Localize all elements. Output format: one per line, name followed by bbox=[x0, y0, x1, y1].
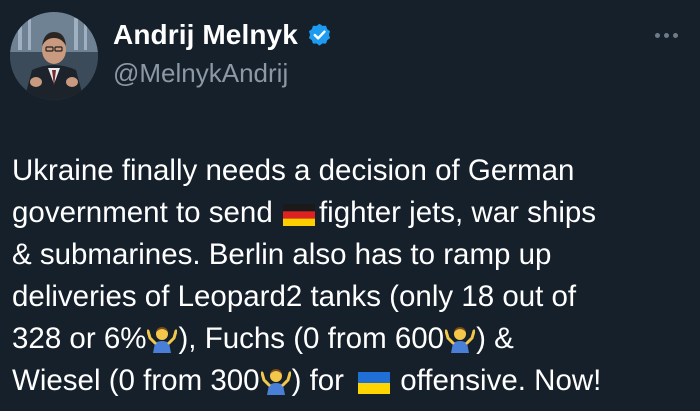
tweet-line-4: deliveries of Leopard2 tanks (only 18 ou… bbox=[12, 276, 696, 318]
tweet-text-segment: Wiesel (0 from 300 bbox=[12, 364, 260, 397]
tweet-card: Andrij Melnyk @MelnykAndrij Ukraine fina… bbox=[0, 0, 700, 411]
verified-badge-icon bbox=[308, 23, 330, 46]
tweet-text-segment: ), Fuchs (0 from 600 bbox=[178, 322, 445, 355]
tweet-line-2: government to send fighter jets, war shi… bbox=[12, 192, 696, 234]
tweet-line-1: Ukraine finally needs a decision of Germ… bbox=[12, 150, 696, 192]
more-dot bbox=[673, 32, 678, 38]
tweet-line-5: 328 or 6% ), Fuchs (0 from 600 ) & bbox=[12, 318, 696, 360]
person-shrugging-emoji bbox=[147, 327, 178, 353]
tweet-line-6: Wiesel (0 from 300 ) for offensive. Now! bbox=[12, 360, 696, 402]
tweet-text-segment: & submarines. Berlin also has to ramp up bbox=[12, 238, 552, 271]
tweet-text-segment: government to send bbox=[12, 196, 281, 229]
tweet-text-segment: 328 or 6% bbox=[12, 322, 147, 355]
tweet-text-segment: ) & bbox=[476, 322, 514, 355]
author-handle[interactable]: @MelnykAndrij bbox=[113, 58, 288, 89]
tweet-text-segment: deliveries of Leopard2 tanks (only 18 ou… bbox=[12, 280, 577, 313]
tweet-text-segment: ) for bbox=[291, 364, 353, 397]
person-shrugging-emoji bbox=[260, 369, 291, 395]
person-shrugging-emoji bbox=[445, 327, 476, 353]
avatar-image bbox=[10, 12, 98, 100]
author-name-row: Andrij Melnyk bbox=[113, 19, 333, 51]
tweet-text: Ukraine finally needs a decision of Germ… bbox=[12, 150, 696, 402]
tweet-text-segment: Ukraine finally needs a decision of Germ… bbox=[12, 154, 575, 187]
author-display-name[interactable]: Andrij Melnyk bbox=[113, 19, 298, 51]
tweet-text-segment: fighter jets, war ships bbox=[318, 196, 597, 229]
tweet-text-segment: offensive. Now! bbox=[400, 364, 602, 397]
avatar[interactable] bbox=[10, 12, 98, 100]
more-options-icon[interactable] bbox=[655, 30, 687, 40]
more-dot bbox=[664, 32, 669, 38]
tweet-line-3: & submarines. Berlin also has to ramp up bbox=[12, 234, 696, 276]
more-dot bbox=[655, 32, 660, 38]
ukraine-flag-emoji bbox=[358, 372, 391, 394]
germany-flag-emoji bbox=[282, 204, 315, 226]
